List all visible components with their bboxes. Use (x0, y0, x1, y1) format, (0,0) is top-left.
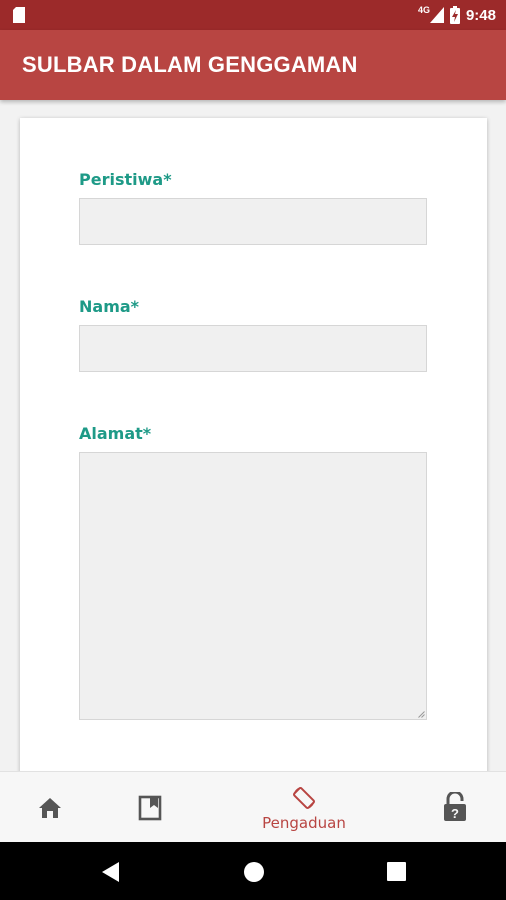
screen-rotation-icon (293, 787, 315, 809)
recents-icon[interactable] (387, 862, 406, 881)
app-bar: SULBAR DALAM GENGGAMAN (0, 30, 506, 100)
status-bar: 4G 9:48 (0, 0, 506, 30)
app-title: SULBAR DALAM GENGGAMAN (22, 52, 358, 77)
resize-handle-icon[interactable] (418, 711, 425, 718)
lock-question-icon: ? (444, 792, 466, 821)
clock: 9:48 (465, 6, 496, 24)
complaint-form-card: Peristiwa* Nama* Alamat* (20, 118, 487, 778)
nav-bookmark[interactable] (125, 772, 175, 843)
nama-input[interactable] (79, 325, 427, 372)
alamat-label: Alamat* (79, 424, 152, 443)
android-navigation-bar (0, 842, 506, 900)
alamat-textarea[interactable] (79, 452, 427, 720)
nav-lock[interactable]: ? (430, 772, 480, 843)
nama-label: Nama* (79, 297, 140, 316)
peristiwa-label: Peristiwa* (79, 170, 172, 189)
network-type-label: 4G (417, 5, 430, 15)
bottom-navigation: Pengaduan ? (0, 771, 506, 843)
nav-home[interactable] (25, 772, 75, 843)
home-circle-icon[interactable] (243, 861, 265, 883)
svg-text:?: ? (451, 806, 459, 821)
bookmark-icon (138, 795, 162, 821)
battery-charging-icon (449, 6, 460, 24)
back-icon[interactable] (101, 861, 121, 883)
nav-pengaduan-label: Pengaduan (262, 814, 346, 832)
sim-card-icon (13, 7, 25, 23)
nav-pengaduan[interactable]: Pengaduan (244, 772, 364, 843)
peristiwa-input[interactable] (79, 198, 427, 245)
home-icon (39, 798, 61, 818)
signal-icon (429, 7, 444, 23)
